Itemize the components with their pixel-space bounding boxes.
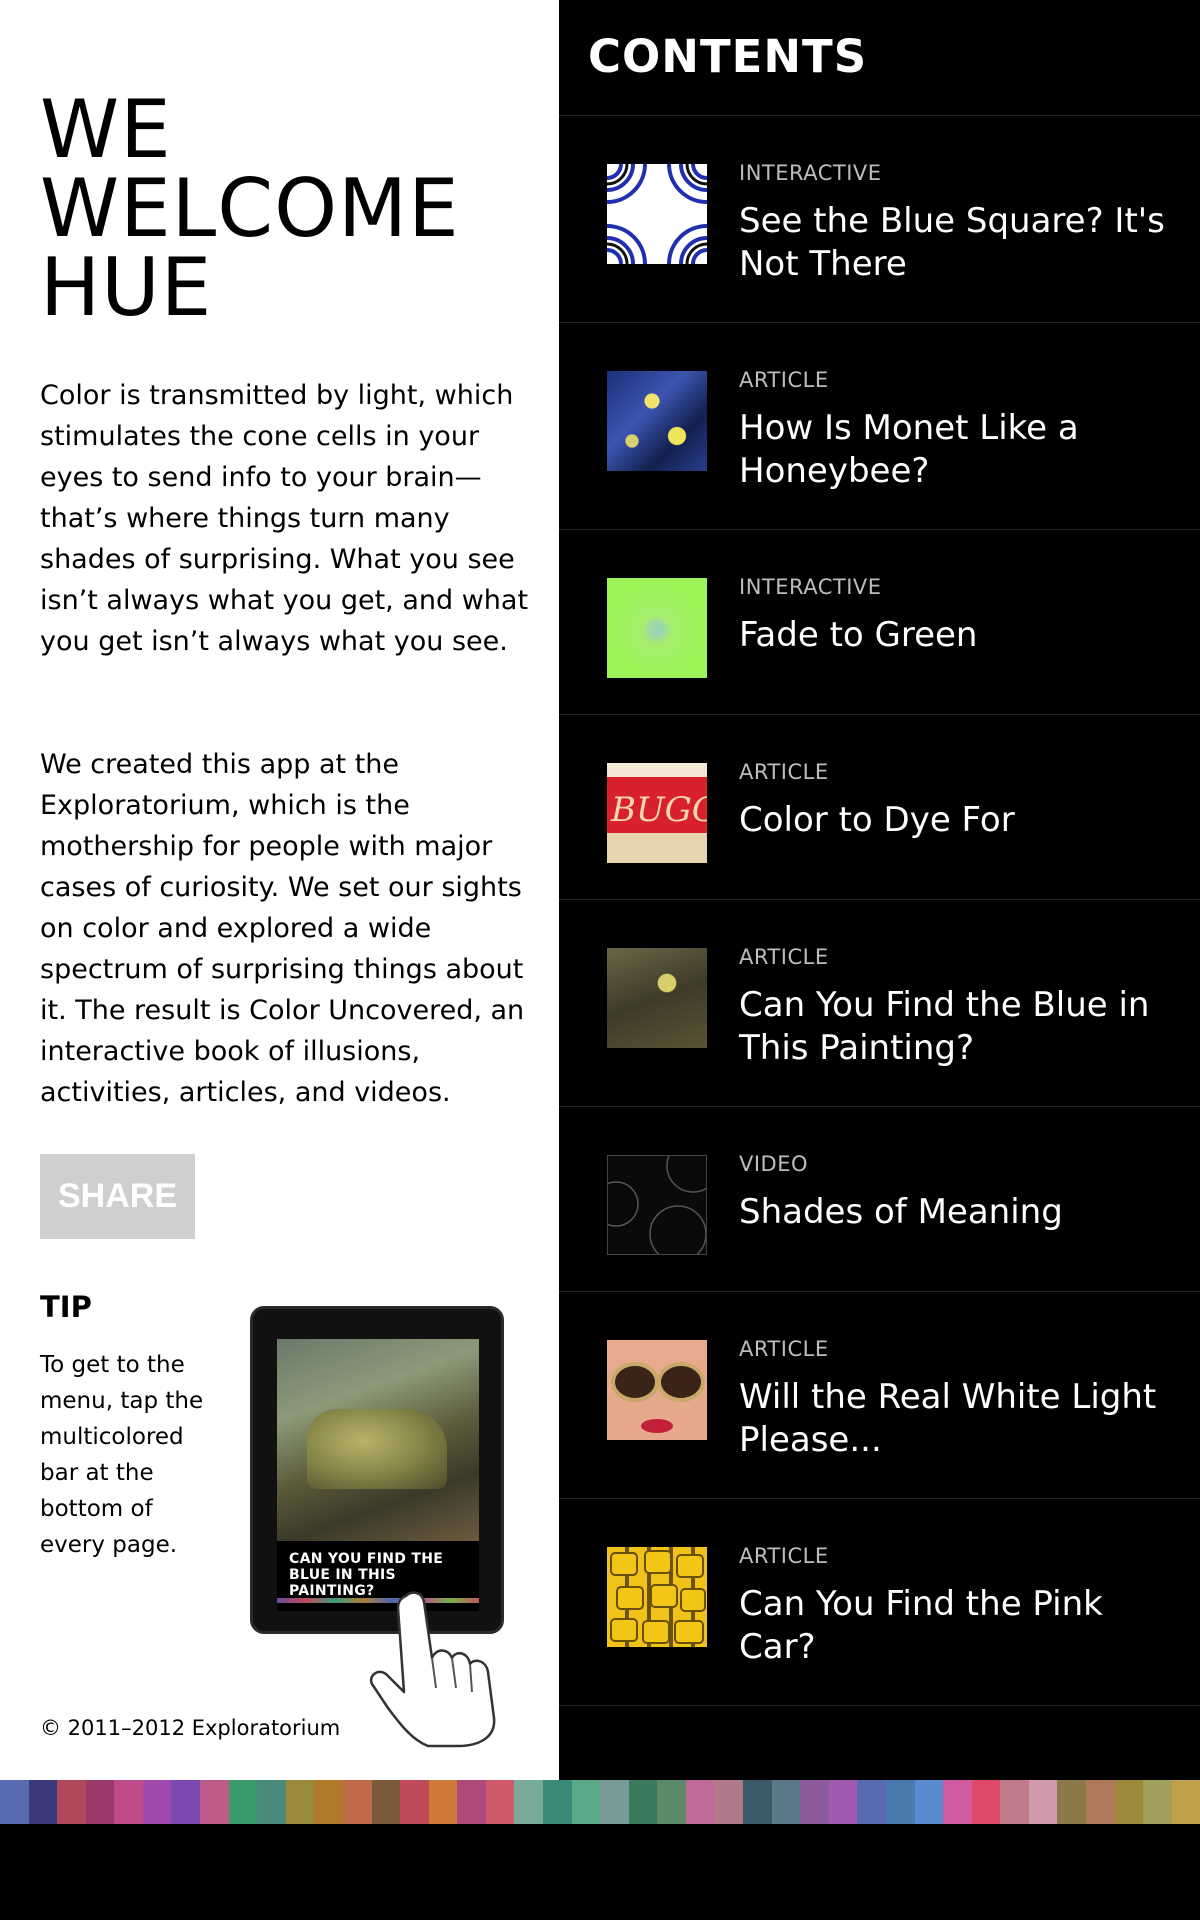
monet-painting-thumbnail xyxy=(607,371,707,471)
contents-item[interactable]: INTERACTIVE Fade to Green xyxy=(559,530,1200,714)
color-bar-segment[interactable] xyxy=(200,1780,229,1824)
svg-text:BUGG: BUGG xyxy=(610,790,707,830)
color-bar-segment[interactable] xyxy=(542,1780,572,1824)
item-title: Can You Find the Pink Car? xyxy=(739,1584,1103,1667)
color-bar-segment[interactable] xyxy=(685,1780,715,1824)
item-type: ARTICLE xyxy=(739,1544,829,1568)
color-bar-segment[interactable] xyxy=(628,1780,658,1824)
sunglasses-thumbnail xyxy=(607,1340,707,1440)
video-thumbnail xyxy=(607,1155,707,1255)
color-bar-segment[interactable] xyxy=(885,1780,915,1824)
item-title: Fade to Green xyxy=(739,615,978,655)
color-bar-segment[interactable] xyxy=(1171,1780,1200,1824)
tablet-illustration: CAN YOU FIND THE BLUE IN THIS PAINTING? xyxy=(250,1306,504,1634)
color-bar-segment[interactable] xyxy=(257,1780,286,1824)
item-type: ARTICLE xyxy=(739,1337,829,1361)
item-title: Can You Find the Blue in This Painting? xyxy=(739,985,1150,1068)
item-title: See the Blue Square? It's Not There xyxy=(739,201,1165,284)
color-bar-segment[interactable] xyxy=(600,1780,629,1824)
color-bar-segment[interactable] xyxy=(457,1780,486,1824)
share-button[interactable]: SHARE xyxy=(40,1154,195,1239)
item-type: ARTICLE xyxy=(739,368,829,392)
contents-item[interactable]: INTERACTIVE See the Blue Square? It's No… xyxy=(559,116,1200,322)
copyright: © 2011–2012 Exploratorium xyxy=(40,1716,341,1740)
color-bar-segment[interactable] xyxy=(428,1780,458,1824)
color-bar-segment[interactable] xyxy=(114,1780,143,1824)
color-bar-segment[interactable] xyxy=(743,1780,772,1824)
green-square-thumbnail xyxy=(607,578,707,678)
color-bar-segment[interactable] xyxy=(371,1780,401,1824)
item-title: Will the Real White Light Please... xyxy=(739,1377,1157,1460)
color-bar-segment[interactable] xyxy=(0,1780,29,1824)
contents-panel: CONTENTS INTERACTIVE See the Blue Square… xyxy=(559,0,1200,1780)
item-type: INTERACTIVE xyxy=(739,161,882,185)
color-bar-segment[interactable] xyxy=(1028,1780,1058,1824)
color-bar-segment[interactable] xyxy=(771,1780,801,1824)
page-title: WE WELCOME HUE xyxy=(40,83,460,334)
tablet-screen: CAN YOU FIND THE BLUE IN THIS PAINTING? xyxy=(277,1339,479,1611)
color-bar-segment[interactable] xyxy=(1085,1780,1115,1824)
item-title: How Is Monet Like a Honeybee? xyxy=(739,408,1079,491)
color-bar-segment[interactable] xyxy=(657,1780,686,1824)
contents-item[interactable]: ARTICLE Can You Find the Blue in This Pa… xyxy=(559,900,1200,1106)
concentric-circles-thumbnail xyxy=(607,164,707,264)
color-bar-segment[interactable] xyxy=(1057,1780,1086,1824)
color-bar-segment[interactable] xyxy=(485,1780,515,1824)
color-bar-segment[interactable] xyxy=(1143,1780,1172,1824)
contents-item[interactable]: ARTICLE Will the Real White Light Please… xyxy=(559,1292,1200,1498)
color-bar-segment[interactable] xyxy=(857,1780,886,1824)
color-bar-segment[interactable] xyxy=(943,1780,972,1824)
intro-paragraph-2: We created this app at the Exploratorium… xyxy=(40,749,525,1108)
color-bar-segment[interactable] xyxy=(285,1780,315,1824)
tip-title: TIP xyxy=(40,1290,92,1324)
color-bar-segment[interactable] xyxy=(171,1780,201,1824)
truck-painting-image xyxy=(277,1339,479,1541)
color-bar-segment[interactable] xyxy=(228,1780,258,1824)
pointing-hand-icon xyxy=(369,1591,496,1748)
item-title: Shades of Meaning xyxy=(739,1192,1063,1232)
item-type: INTERACTIVE xyxy=(739,575,882,599)
contents-item[interactable]: ARTICLE Can You Find the Pink Car? xyxy=(559,1499,1200,1705)
color-bar-segment[interactable] xyxy=(57,1780,86,1824)
color-bar-segment[interactable] xyxy=(28,1780,58,1824)
color-bar-segment[interactable] xyxy=(514,1780,543,1824)
contents-item[interactable]: BUGG ARTICLE Color to Dye For xyxy=(559,715,1200,899)
color-bar-segment[interactable] xyxy=(714,1780,744,1824)
item-type: ARTICLE xyxy=(739,760,829,784)
color-bar-segment[interactable] xyxy=(571,1780,601,1824)
color-bar-segment[interactable] xyxy=(914,1780,944,1824)
item-type: ARTICLE xyxy=(739,945,829,969)
color-bar-segment[interactable] xyxy=(828,1780,858,1824)
intro-panel: WE WELCOME HUE Color is transmitted by l… xyxy=(0,0,559,1780)
color-bar-segment[interactable] xyxy=(1000,1780,1029,1824)
color-bar-segment[interactable] xyxy=(1114,1780,1144,1824)
yogurt-label-thumbnail: BUGG xyxy=(607,763,707,863)
contents-item[interactable]: ARTICLE How Is Monet Like a Honeybee? xyxy=(559,323,1200,529)
tip-text: To get to the menu, tap the multicolored… xyxy=(40,1352,204,1558)
color-bar-segment[interactable] xyxy=(314,1780,343,1824)
color-bar-segment[interactable] xyxy=(142,1780,172,1824)
item-type: VIDEO xyxy=(739,1152,809,1176)
color-bar-segment[interactable] xyxy=(400,1780,429,1824)
taxis-thumbnail xyxy=(607,1547,707,1647)
color-bar-segment[interactable] xyxy=(971,1780,1001,1824)
contents-item[interactable]: VIDEO Shades of Meaning xyxy=(559,1107,1200,1291)
contents-title: CONTENTS xyxy=(588,30,868,83)
intro-paragraph-1: Color is transmitted by light, which sti… xyxy=(40,380,529,657)
multicolored-menu-bar[interactable] xyxy=(0,1780,1200,1824)
color-bar-segment[interactable] xyxy=(85,1780,115,1824)
color-bar-segment[interactable] xyxy=(342,1780,372,1824)
item-title: Color to Dye For xyxy=(739,800,1015,840)
truck-painting-thumbnail xyxy=(607,948,707,1048)
divider xyxy=(559,1705,1200,1706)
color-bar-segment[interactable] xyxy=(800,1780,829,1824)
